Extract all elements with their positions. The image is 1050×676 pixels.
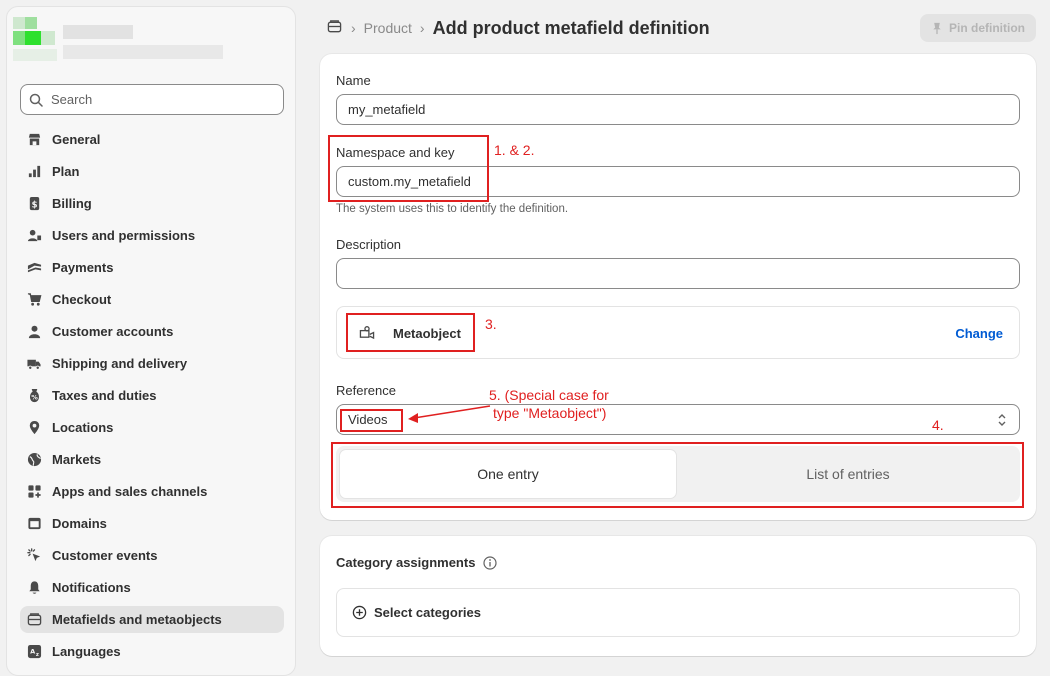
sidebar-item-languages[interactable]: Az Languages xyxy=(20,638,284,665)
sidebar-item-label: Customer accounts xyxy=(52,324,174,339)
sidebar-item-notifications[interactable]: Notifications xyxy=(20,574,284,601)
sidebar-item-label: Payments xyxy=(52,260,114,275)
name-label: Name xyxy=(336,73,371,88)
bell-icon xyxy=(26,580,42,596)
tax-icon: % xyxy=(26,388,42,404)
sidebar-item-label: Locations xyxy=(52,420,114,435)
annotation-4: 4. xyxy=(932,417,944,433)
annotation-arrow xyxy=(408,405,491,423)
select-arrows-icon xyxy=(998,414,1006,426)
sidebar-item-locations[interactable]: Locations xyxy=(20,414,284,441)
domain-icon xyxy=(26,516,42,532)
store-icon xyxy=(26,132,42,148)
breadcrumb-product[interactable]: Product xyxy=(364,20,412,36)
annotation-3: 3. xyxy=(485,316,497,332)
sidebar-item-label: Shipping and delivery xyxy=(52,356,188,371)
category-assignments-card: Category assignments Select categories xyxy=(320,536,1036,656)
name-value: my_metafield xyxy=(348,102,426,117)
sidebar-item-shipping[interactable]: Shipping and delivery xyxy=(20,350,284,377)
store-logo-blurred xyxy=(13,17,233,67)
sidebar-item-metafields[interactable]: Metafields and metaobjects xyxy=(20,606,284,633)
pin-definition-button[interactable]: Pin definition xyxy=(920,14,1036,42)
annotation-box-entries xyxy=(331,442,1024,508)
sidebar-item-label: Users and permissions xyxy=(52,228,196,243)
change-type-link[interactable]: Change xyxy=(955,326,1003,341)
svg-text:$: $ xyxy=(31,199,37,209)
description-label: Description xyxy=(336,237,402,252)
globe-icon xyxy=(26,452,42,468)
plan-icon xyxy=(26,164,42,180)
svg-text:z: z xyxy=(35,652,38,658)
metafields-icon[interactable] xyxy=(326,19,343,37)
sidebar-item-general[interactable]: General xyxy=(20,126,284,153)
chevron-right-icon: › xyxy=(419,20,425,36)
annotation-box-namespace xyxy=(328,135,489,202)
page-title: Add product metafield definition xyxy=(432,17,710,38)
sidebar-item-plan[interactable]: Plan xyxy=(20,158,284,185)
sidebar-item-label: Domains xyxy=(52,516,107,531)
description-input[interactable] xyxy=(336,258,1020,289)
annotation-5-line2: type "Metaobject") xyxy=(493,405,607,421)
sidebar-item-label: Checkout xyxy=(52,292,112,307)
sidebar-item-users[interactable]: Users and permissions xyxy=(20,222,284,249)
apps-icon xyxy=(26,484,42,500)
annotation-5-line1: 5. (Special case for xyxy=(489,387,609,403)
annotation-box-type xyxy=(346,313,475,352)
sidebar-item-domains[interactable]: Domains xyxy=(20,510,284,537)
plus-circle-icon xyxy=(352,605,367,620)
info-icon[interactable] xyxy=(483,555,498,570)
sidebar-item-label: Billing xyxy=(52,196,92,211)
category-title: Category assignments xyxy=(336,555,476,570)
sidebar-item-label: Metafields and metaobjects xyxy=(52,612,222,627)
annotation-1-2: 1. & 2. xyxy=(494,142,535,158)
sidebar-item-label: General xyxy=(52,132,101,147)
sidebar-item-label: Plan xyxy=(52,164,80,179)
truck-icon xyxy=(26,356,42,372)
select-categories-button[interactable]: Select categories xyxy=(336,588,1020,637)
svg-text:%: % xyxy=(31,394,38,402)
users-icon xyxy=(26,228,42,244)
settings-nav: General Plan $ Billing Users and permiss… xyxy=(20,126,284,670)
search-box[interactable] xyxy=(20,84,284,115)
sidebar-item-billing[interactable]: $ Billing xyxy=(20,190,284,217)
page-header: › Product › Add product metafield defini… xyxy=(326,16,710,40)
location-icon xyxy=(26,420,42,436)
billing-icon: $ xyxy=(26,196,42,212)
sidebar-item-customer-accounts[interactable]: Customer accounts xyxy=(20,318,284,345)
sidebar-item-label: Apps and sales channels xyxy=(52,484,208,499)
category-header: Category assignments xyxy=(336,555,498,570)
settings-sidebar: General Plan $ Billing Users and permiss… xyxy=(6,6,296,676)
select-categories-label: Select categories xyxy=(374,605,481,620)
pin-icon xyxy=(933,22,941,34)
sidebar-item-label: Customer events xyxy=(52,548,158,563)
sidebar-item-label: Taxes and duties xyxy=(52,388,157,403)
sidebar-item-customer-events[interactable]: Customer events xyxy=(20,542,284,569)
chevron-right-icon: › xyxy=(351,20,356,36)
annotation-box-reference xyxy=(340,409,403,432)
name-input[interactable]: my_metafield xyxy=(336,94,1020,125)
namespace-help-text: The system uses this to identify the def… xyxy=(336,203,569,215)
sidebar-item-label: Languages xyxy=(52,644,121,659)
sidebar-item-apps[interactable]: Apps and sales channels xyxy=(20,478,284,505)
payments-icon xyxy=(26,260,42,276)
reference-label: Reference xyxy=(336,383,396,398)
person-icon xyxy=(26,324,42,340)
sidebar-item-markets[interactable]: Markets xyxy=(20,446,284,473)
search-icon xyxy=(29,93,43,107)
cursor-icon xyxy=(26,548,42,564)
pin-definition-label: Pin definition xyxy=(949,21,1025,35)
sidebar-item-label: Markets xyxy=(52,452,102,467)
sidebar-item-checkout[interactable]: Checkout xyxy=(20,286,284,313)
sidebar-item-taxes[interactable]: % Taxes and duties xyxy=(20,382,284,409)
sidebar-item-payments[interactable]: Payments xyxy=(20,254,284,281)
sidebar-item-label: Notifications xyxy=(52,580,131,595)
cart-icon xyxy=(26,292,42,308)
language-icon: Az xyxy=(26,644,42,660)
search-input[interactable] xyxy=(51,92,251,107)
metafields-icon xyxy=(26,612,42,628)
